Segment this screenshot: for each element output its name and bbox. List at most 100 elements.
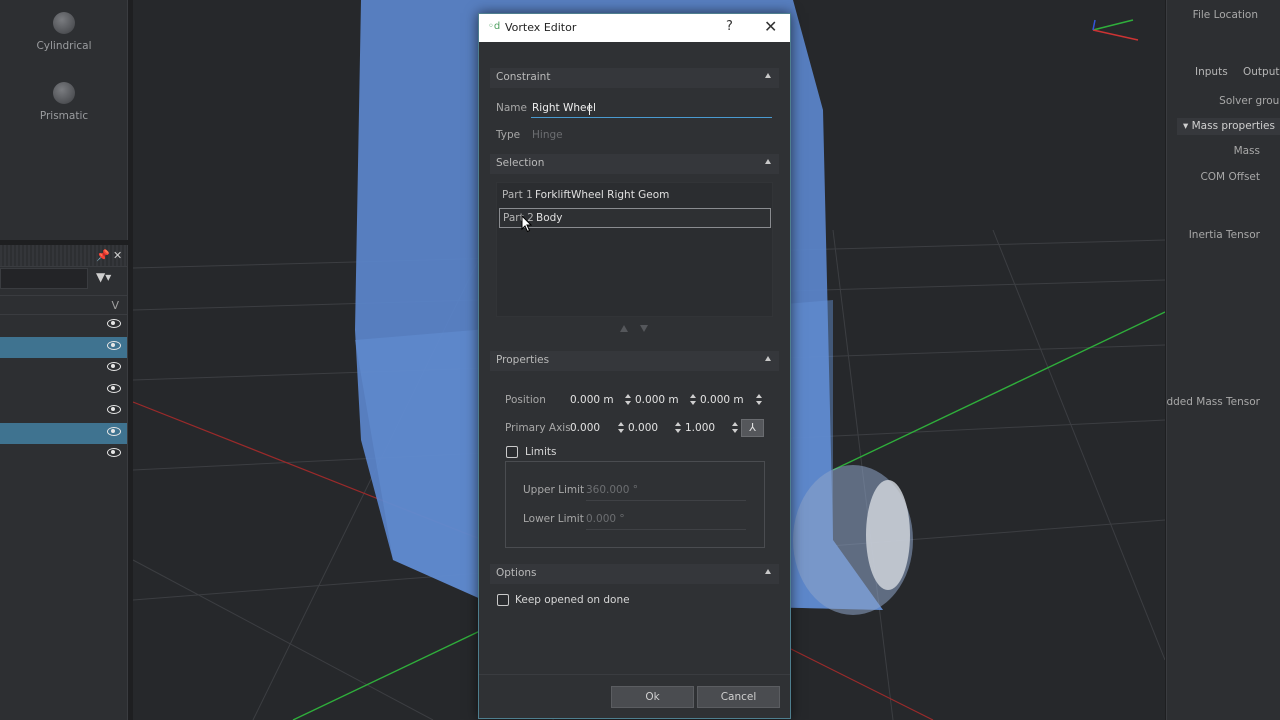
filter-icon[interactable]: ▼▾ xyxy=(96,270,111,284)
constraint-header-label: Constraint xyxy=(496,71,551,83)
close-button[interactable]: ✕ xyxy=(764,17,777,36)
cylindrical-tool[interactable]: Cylindrical xyxy=(0,12,128,52)
axis-picker-button[interactable]: ⅄ xyxy=(741,419,764,437)
selection-header-label: Selection xyxy=(496,157,545,169)
properties-section-header[interactable]: Properties xyxy=(490,351,779,371)
explorer-filter: ▼▾ xyxy=(0,267,127,291)
part-row-1[interactable]: Part 1 ForkliftWheel Right Geom xyxy=(499,186,771,206)
stepper-up-icon[interactable] xyxy=(675,422,681,426)
stepper-down-icon[interactable] xyxy=(618,429,624,433)
explorer-panel: 📌 ✕ ▼▾ V xyxy=(0,245,128,720)
joint-tools-panel: Cylindrical Prismatic xyxy=(0,0,128,240)
upper-limit-label: Upper Limit xyxy=(523,484,585,496)
options-header-label: Options xyxy=(496,567,537,579)
prismatic-tool[interactable]: Prismatic xyxy=(0,82,128,122)
list-item[interactable] xyxy=(0,336,127,358)
eye-icon[interactable] xyxy=(107,383,121,393)
list-item[interactable] xyxy=(0,380,127,402)
list-item[interactable] xyxy=(0,358,127,380)
lower-limit-value: 0.000 ° xyxy=(586,513,625,525)
dialog-titlebar[interactable]: ◦d Vortex Editor ? ✕ xyxy=(479,14,790,42)
axis-x-stepper[interactable]: 0.000 xyxy=(570,420,624,436)
ok-button[interactable]: Ok xyxy=(611,686,694,708)
io-tabs: Inputs Outputs xyxy=(1175,66,1280,86)
stepper-up-icon[interactable] xyxy=(756,394,762,398)
limits-label: Limits xyxy=(525,446,557,458)
solver-group-label: Solver group xyxy=(1219,95,1280,107)
axis-y-value: 0.000 xyxy=(628,422,659,434)
stepper-up-icon[interactable] xyxy=(732,422,738,426)
position-z-stepper[interactable]: 0.000 m xyxy=(700,392,762,408)
move-up-icon[interactable] xyxy=(620,325,628,332)
tab-inputs[interactable]: Inputs xyxy=(1195,66,1228,78)
constraint-section-header[interactable]: Constraint xyxy=(490,68,779,88)
visibility-column-label: V xyxy=(111,299,119,312)
collapse-arrow-icon xyxy=(765,159,771,164)
move-down-icon[interactable] xyxy=(640,325,648,332)
options-section-header[interactable]: Options xyxy=(490,564,779,584)
vortex-editor-dialog: ◦d Vortex Editor ? ✕ Constraint Name Rig… xyxy=(478,13,791,719)
stepper-up-icon[interactable] xyxy=(690,394,696,398)
wheel-model xyxy=(793,465,913,615)
stepper-down-icon[interactable] xyxy=(756,401,762,405)
stepper-down-icon[interactable] xyxy=(675,429,681,433)
upper-limit-value: 360.000 ° xyxy=(586,484,639,496)
selection-section-header[interactable]: Selection xyxy=(490,154,779,174)
help-button[interactable]: ? xyxy=(726,19,733,34)
pin-icon[interactable]: 📌 xyxy=(96,249,110,262)
close-icon[interactable]: ✕ xyxy=(113,249,122,262)
keep-opened-label: Keep opened on done xyxy=(515,594,630,606)
part-row-2[interactable]: Part 2 Body xyxy=(499,208,771,228)
tab-outputs[interactable]: Outputs xyxy=(1243,66,1280,78)
list-item[interactable] xyxy=(0,444,127,466)
position-y-stepper[interactable]: 0.000 m xyxy=(635,392,696,408)
eye-icon[interactable] xyxy=(107,405,121,414)
name-input[interactable]: Right Wheel xyxy=(531,100,772,118)
position-label: Position xyxy=(505,394,546,406)
file-location-label: File Location xyxy=(1192,9,1258,21)
com-offset-label: COM Offset xyxy=(1200,171,1260,183)
stepper-down-icon[interactable] xyxy=(690,401,696,405)
mass-label: Mass xyxy=(1233,145,1260,157)
collapse-arrow-icon xyxy=(765,569,771,574)
stepper-down-icon[interactable] xyxy=(625,401,631,405)
added-mass-tensor-label: Added Mass Tensor xyxy=(1166,396,1260,408)
list-item[interactable] xyxy=(0,401,127,423)
limits-checkbox[interactable] xyxy=(506,446,518,458)
eye-icon[interactable] xyxy=(107,340,121,350)
cancel-button[interactable]: Cancel xyxy=(697,686,780,708)
type-value: Hinge xyxy=(532,129,563,141)
dialog-title: Vortex Editor xyxy=(505,21,577,34)
axis-z-stepper[interactable]: 1.000 xyxy=(685,420,738,436)
axis-z-value: 1.000 xyxy=(685,422,716,434)
list-item[interactable] xyxy=(0,315,127,337)
position-y-value: 0.000 m xyxy=(635,394,679,406)
mass-properties-section[interactable]: ▾ Mass properties xyxy=(1177,118,1280,135)
position-x-value: 0.000 m xyxy=(570,394,614,406)
position-x-stepper[interactable]: 0.000 m xyxy=(570,392,631,408)
list-item[interactable] xyxy=(0,422,127,444)
eye-icon[interactable] xyxy=(107,362,121,371)
stepper-up-icon[interactable] xyxy=(625,394,631,398)
part-1-label: Part 1 xyxy=(502,189,533,201)
filter-input[interactable] xyxy=(0,268,88,289)
type-label: Type xyxy=(496,129,521,141)
keep-opened-checkbox[interactable] xyxy=(497,594,509,606)
collapse-arrow-icon xyxy=(765,356,771,361)
visibility-column-header: V xyxy=(0,295,127,315)
axis-y-stepper[interactable]: 0.000 xyxy=(628,420,681,436)
primary-axis-label: Primary Axis xyxy=(505,422,571,434)
mass-properties-label: Mass properties xyxy=(1191,120,1275,132)
collapse-arrow-icon xyxy=(765,73,771,78)
lower-limit-label: Lower Limit xyxy=(523,513,584,525)
eye-icon[interactable] xyxy=(107,448,121,457)
stepper-down-icon[interactable] xyxy=(732,429,738,433)
stepper-up-icon[interactable] xyxy=(618,422,624,426)
part-2-value: Body xyxy=(536,212,563,224)
eye-icon[interactable] xyxy=(107,319,121,328)
prismatic-label: Prismatic xyxy=(39,110,89,122)
eye-icon[interactable] xyxy=(107,426,121,436)
cylindrical-joint-icon xyxy=(53,12,75,34)
lower-limit-underline xyxy=(586,529,746,530)
inertia-tensor-label: Inertia Tensor xyxy=(1188,229,1260,241)
